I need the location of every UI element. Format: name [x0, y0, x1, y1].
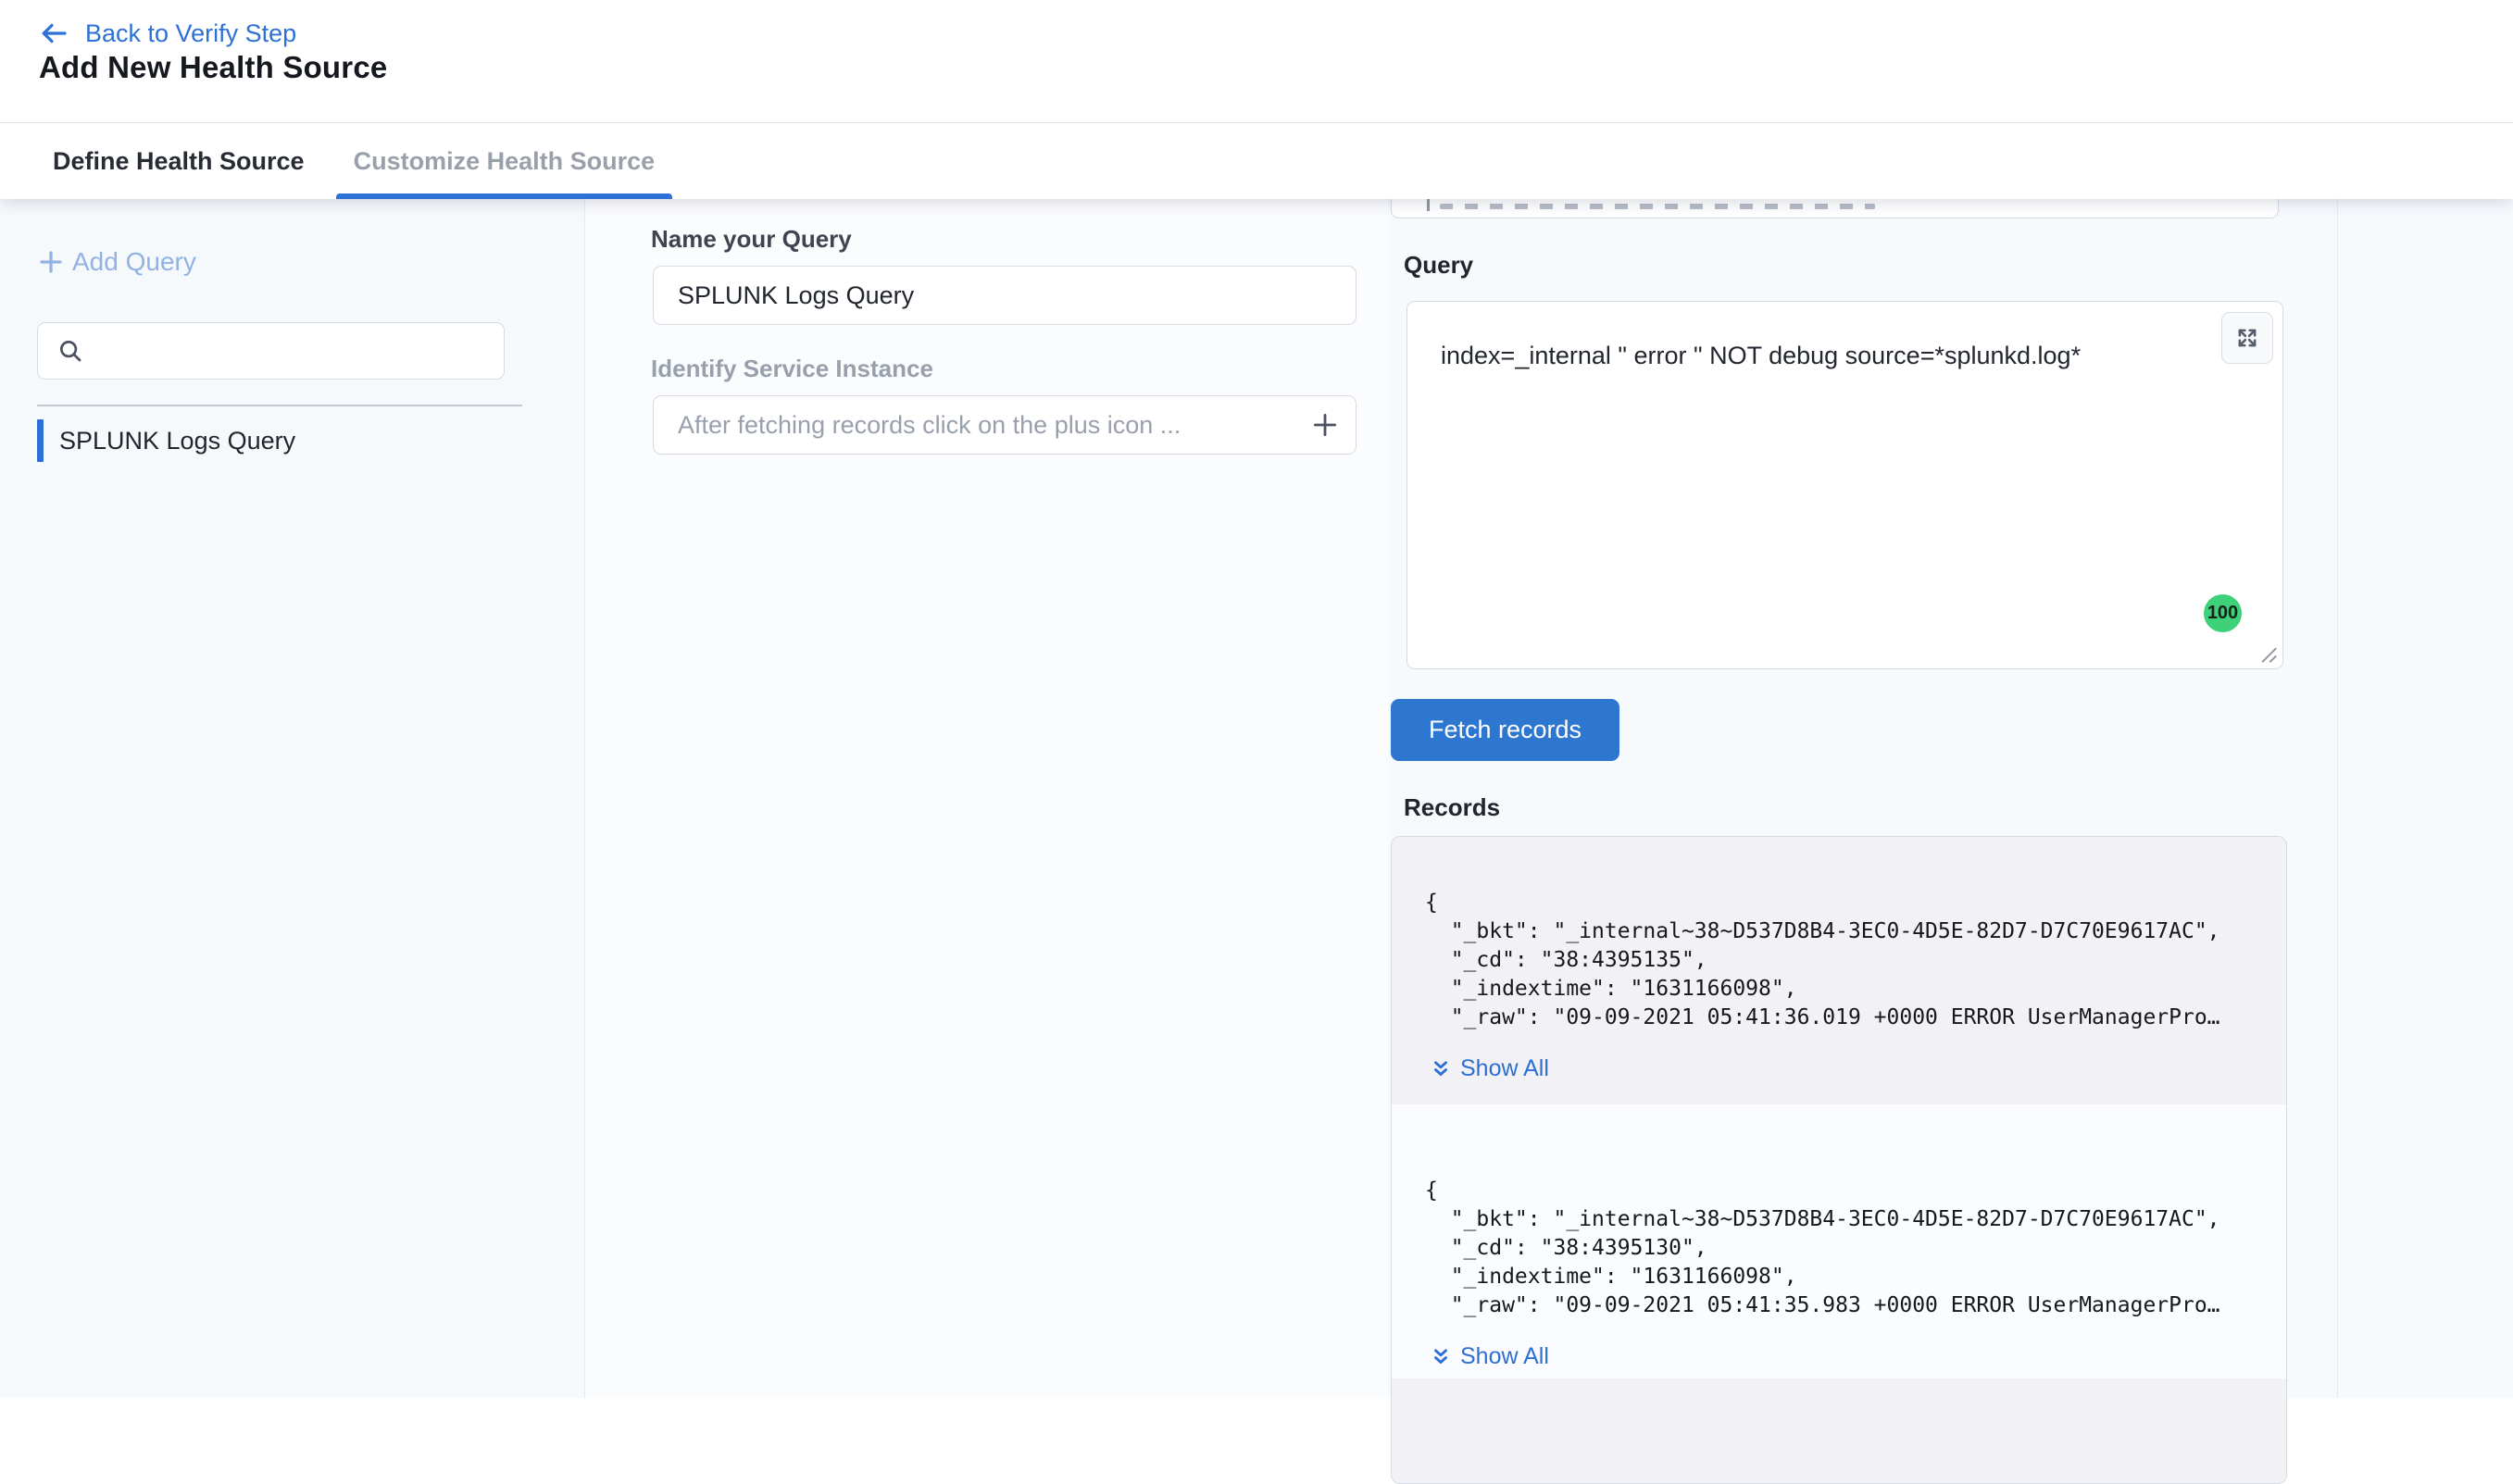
query-name-field[interactable] [653, 266, 1357, 325]
sidebar-item-splunk-logs-query[interactable]: SPLUNK Logs Query [37, 419, 295, 462]
active-tab-underline [336, 193, 673, 199]
show-all-link[interactable]: Show All [1431, 1055, 1549, 1082]
back-link-label: Back to Verify Step [85, 19, 296, 48]
search-input[interactable] [84, 323, 504, 379]
record-count-badge: 100 [2204, 594, 2242, 632]
sidebar-divider [37, 405, 522, 406]
name-query-label: Name your Query [651, 225, 852, 254]
selected-item-bar [37, 419, 44, 462]
plus-icon [37, 248, 65, 276]
topbar: Back to Verify Step Add New Health Sourc… [0, 0, 2513, 123]
query-label: Query [1404, 251, 1473, 280]
header: Back to Verify Step Add New Health Sourc… [0, 0, 2513, 199]
content-area: Add Query SPLUNK Logs Query Name your Qu… [0, 199, 2513, 1398]
identify-service-instance-label: Identify Service Instance [651, 355, 933, 383]
query-item-label: SPLUNK Logs Query [59, 427, 295, 455]
back-link[interactable]: Back to Verify Step [39, 19, 296, 48]
add-service-instance-button[interactable] [1308, 408, 1342, 442]
records-container: { "_bkt": "_internal~38~D537D8B4-3EC0-4D… [1391, 836, 2287, 1484]
records-label: Records [1404, 793, 1500, 822]
query-search-box [37, 322, 505, 380]
record-json: { "_bkt": "_internal~38~D537D8B4-3EC0-4D… [1425, 889, 2258, 1032]
tab-bar: Define Health Source Customize Health So… [0, 123, 2513, 199]
query-sidebar: Add Query SPLUNK Logs Query [0, 199, 585, 1398]
add-query-label: Add Query [72, 247, 196, 277]
query-text: index=_internal " error " NOT debug sour… [1441, 339, 2162, 372]
double-chevron-down-icon [1431, 1347, 1451, 1367]
arrow-left-icon [39, 19, 69, 48]
record-item: { "_bkt": "_internal~38~D537D8B4-3EC0-4D… [1392, 1104, 2286, 1378]
tab-customize-health-source[interactable]: Customize Health Source [336, 123, 673, 199]
fetch-records-button[interactable]: Fetch records [1391, 699, 1619, 761]
record-item [1392, 1378, 2286, 1484]
tab-define-health-source[interactable]: Define Health Source [53, 123, 305, 199]
record-item: { "_bkt": "_internal~38~D537D8B4-3EC0-4D… [1392, 837, 2286, 1104]
maximize-icon [2235, 326, 2259, 350]
search-icon [56, 337, 84, 365]
query-records-column: Query index=_internal " error " NOT debu… [1388, 199, 2338, 1398]
record-json: { "_bkt": "_internal~38~D537D8B4-3EC0-4D… [1425, 1177, 2258, 1320]
query-textarea[interactable]: index=_internal " error " NOT debug sour… [1407, 301, 2283, 669]
query-form-column: Name your Query Identify Service Instanc… [585, 199, 1388, 1398]
add-query-button[interactable]: Add Query [37, 247, 196, 277]
show-all-link[interactable]: Show All [1431, 1343, 1549, 1370]
double-chevron-down-icon [1431, 1059, 1451, 1079]
right-margin [2338, 199, 2513, 1398]
service-instance-field[interactable] [653, 395, 1357, 455]
expand-query-button[interactable] [2221, 312, 2273, 364]
clipped-text-fragment [1440, 204, 1875, 209]
page-title: Add New Health Source [39, 50, 387, 85]
resize-handle[interactable] [2258, 644, 2279, 665]
